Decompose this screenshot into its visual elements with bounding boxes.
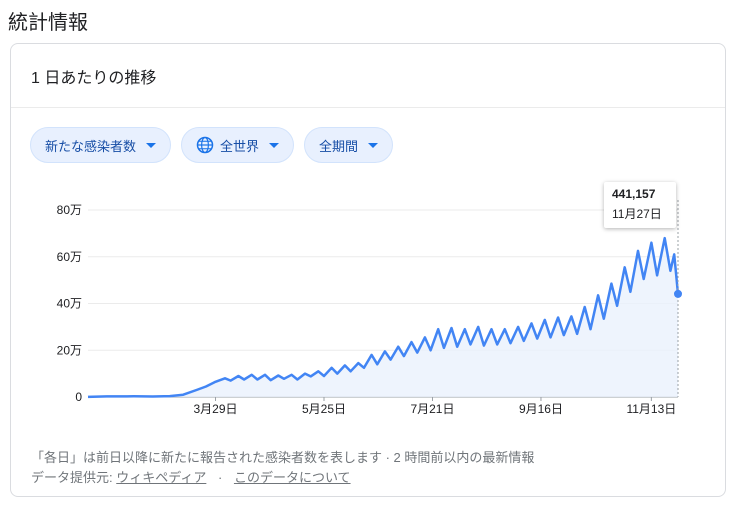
y-tick-label: 60万: [57, 250, 82, 264]
x-tick-label: 9月16日: [519, 402, 563, 416]
series-area: [88, 238, 678, 397]
tooltip-value: 441,157: [612, 187, 656, 201]
tooltip-date: 11月27日: [612, 207, 662, 221]
y-tick-label: 40万: [57, 297, 82, 311]
x-tick-label: 11月13日: [626, 402, 676, 416]
chart-tooltip: 441,157 11月27日: [604, 182, 676, 228]
y-tick-label: 0: [75, 390, 82, 404]
x-tick-label: 3月29日: [194, 402, 238, 416]
y-tick-label: 20万: [57, 343, 82, 357]
x-tick-label: 7月21日: [410, 402, 454, 416]
x-tick-label: 5月25日: [302, 402, 346, 416]
cases-line-chart[interactable]: 0 20万 40万 60万 80万 3月29日 5月25日 7月21日 9月16日 11月13日: [0, 0, 738, 506]
hover-point: [674, 289, 682, 298]
y-tick-label: 80万: [57, 203, 82, 217]
